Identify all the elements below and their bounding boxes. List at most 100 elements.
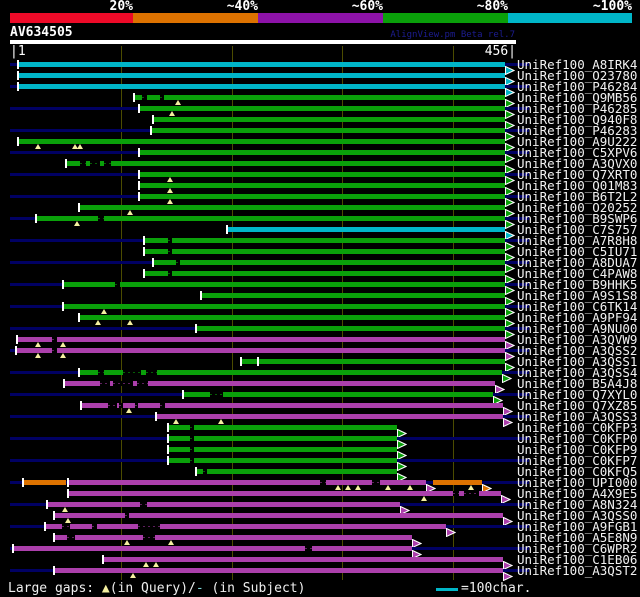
alignment-bar[interactable] (143, 271, 505, 276)
alignment-bar[interactable] (138, 150, 505, 155)
subject-gap-dash-line (90, 163, 100, 164)
arrow-head-icon (446, 522, 457, 538)
alignment-bar[interactable] (46, 502, 400, 507)
subject-gap-dash-line (168, 251, 172, 252)
scale-label: ~100% (592, 0, 632, 14)
alignment-bar[interactable] (138, 183, 505, 188)
identity-scale-segment (133, 13, 258, 23)
subject-gap-dash-line (80, 163, 86, 164)
arrow-head-icon (505, 60, 516, 76)
alignment-bar[interactable] (152, 260, 505, 265)
alignment-bar[interactable] (80, 403, 503, 408)
identity-scale-segment (508, 13, 632, 23)
alignment-bar[interactable] (62, 282, 505, 287)
alignment-bar[interactable] (35, 216, 505, 221)
alignment-bar[interactable] (200, 293, 505, 298)
query-gap-triangle (101, 309, 107, 314)
alignment-bar[interactable] (150, 128, 505, 133)
alignment-bar[interactable] (143, 238, 505, 243)
alignment-bar[interactable] (44, 524, 446, 529)
alignment-bar[interactable] (226, 227, 505, 232)
segment-start-tick (138, 192, 140, 201)
query-gap-triangle (167, 188, 173, 193)
arrow-head-icon (505, 269, 516, 285)
alignment-bar[interactable] (62, 304, 505, 309)
subject-gap-dash-line (67, 537, 75, 538)
alignment-bar[interactable] (17, 84, 505, 89)
alignment-bar[interactable] (155, 414, 503, 419)
alignment-bar[interactable] (102, 557, 503, 562)
segment-start-tick (62, 280, 64, 289)
subject-gap-dash-line (137, 383, 148, 384)
alignment-bar[interactable] (12, 546, 412, 551)
alignment-bar[interactable] (138, 194, 505, 199)
alignment-bar[interactable] (78, 315, 505, 320)
uniref-label[interactable]: UniRef100_A3QST2 (517, 564, 637, 577)
segment-start-tick (167, 423, 169, 432)
segment-start-tick (143, 269, 145, 278)
segment-start-tick (15, 346, 17, 355)
alignment-bar[interactable] (167, 458, 397, 463)
segment-start-tick (182, 390, 184, 399)
segment-start-tick (78, 313, 80, 322)
alignment-bar[interactable] (240, 359, 505, 364)
arrow-head-icon (426, 478, 437, 494)
alignment-bar[interactable] (182, 392, 493, 397)
query-gap-triangle (35, 144, 41, 149)
legend-large-gaps: Large gaps: ▲(in Query)/- (in Subject) (8, 582, 305, 596)
arrow-head-icon (505, 247, 516, 263)
alignment-bar[interactable] (138, 106, 505, 111)
alignment-bar[interactable] (195, 469, 397, 474)
alignment-bar[interactable] (17, 73, 505, 78)
segment-start-tick (53, 533, 55, 542)
segment-start-tick (240, 357, 242, 366)
query-gap-triangle (35, 353, 41, 358)
subject-gap-dash (108, 403, 117, 408)
alignment-bar[interactable] (78, 205, 505, 210)
subject-gap-dash (123, 370, 141, 375)
alignment-bar[interactable] (195, 326, 505, 331)
query-gap-triangle (143, 562, 149, 567)
subject-gap-dash (143, 535, 155, 540)
alignment-bar[interactable] (17, 139, 505, 144)
alignment-bar[interactable] (17, 62, 505, 67)
alignment-bar[interactable] (53, 568, 503, 573)
segment-start-tick (22, 478, 24, 487)
alignment-bar[interactable] (167, 447, 397, 452)
alignment-bar[interactable] (433, 480, 482, 485)
alignment-bar[interactable] (167, 425, 397, 430)
arrow-head-icon (505, 126, 516, 142)
subject-gap-dash (62, 524, 70, 529)
alignview-screen: 20% ~40% ~60% ~80% ~100% AV634505 AlignView.… (0, 0, 640, 597)
alignment-bar[interactable] (67, 491, 501, 496)
query-gap-triangle (468, 485, 474, 490)
alignment-bar[interactable] (143, 249, 505, 254)
alignment-bar[interactable] (22, 480, 66, 485)
alignment-bar[interactable] (15, 348, 505, 353)
segment-start-tick (63, 379, 65, 388)
subject-gap-dash (67, 535, 75, 540)
alignment-bar[interactable] (16, 337, 505, 342)
alignment-bar[interactable] (133, 95, 505, 100)
segment-start-tick (143, 247, 145, 256)
alignment-bar[interactable] (53, 535, 412, 540)
alignment-bar[interactable] (53, 513, 503, 518)
subject-gap-dash (138, 524, 160, 529)
arrow-head-icon (505, 280, 516, 296)
subject-gap-dash (453, 491, 459, 496)
alignment-bar[interactable] (78, 370, 502, 375)
segment-start-tick (17, 137, 19, 146)
gridline (342, 46, 343, 580)
subject-gap-dash (135, 403, 138, 408)
segment-start-tick (17, 60, 19, 69)
subject-gap-dash (142, 95, 147, 100)
alignment-bar[interactable] (152, 117, 505, 122)
arrow-head-icon (397, 456, 408, 472)
subject-gap-dash (160, 403, 165, 408)
alignment-bar[interactable] (138, 172, 505, 177)
segment-start-tick (35, 214, 37, 223)
subject-gap-dash (190, 447, 194, 452)
subject-gap-dash-line (125, 515, 129, 516)
alignment-bar[interactable] (167, 436, 397, 441)
alignment-bar[interactable] (65, 161, 505, 166)
